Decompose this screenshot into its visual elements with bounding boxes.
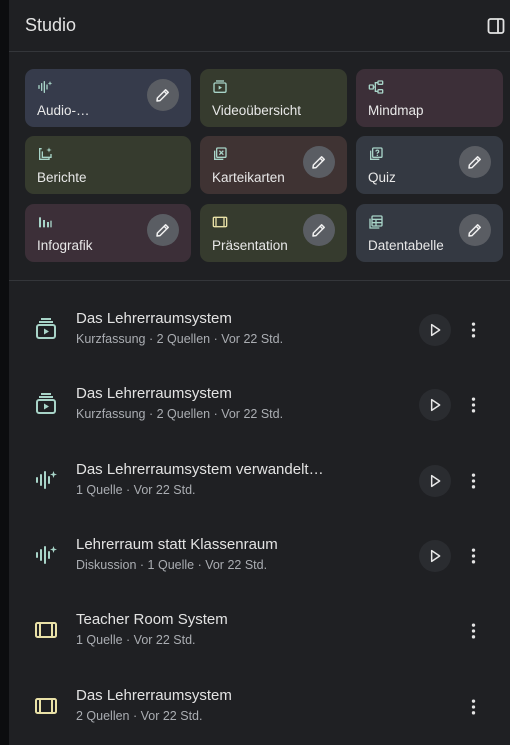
- table-icon: [368, 214, 384, 230]
- list-item[interactable]: Das Lehrerraumsystem Kurzfassung · 2 Quel…: [9, 290, 510, 360]
- list-item[interactable]: Das Lehrerraumsystem verwandelt… 1 Quelle…: [9, 441, 510, 511]
- play-button[interactable]: [419, 389, 451, 421]
- play-icon: [427, 548, 443, 564]
- studio-header: Studio: [9, 0, 510, 52]
- studio-panel: Studio Audio-… Videoübersicht Mindmap Beric…: [9, 0, 510, 745]
- infographic-icon: [37, 214, 53, 230]
- play-icon: [427, 322, 443, 338]
- flashcards-icon: [212, 146, 228, 162]
- tile-präsentation[interactable]: Präsentation: [200, 204, 347, 262]
- play-icon: [427, 473, 443, 489]
- pencil-icon: [466, 221, 484, 239]
- report-icon: [37, 146, 53, 162]
- tile-label: Mindmap: [368, 103, 424, 118]
- slides-icon: [212, 214, 228, 230]
- item-meta: 1 Quelle · Vor 22 Std.: [76, 633, 196, 647]
- edit-button[interactable]: [147, 214, 179, 246]
- tile-audio[interactable]: Audio-…: [25, 69, 191, 127]
- item-title: Lehrerraum statt Klassenraum: [76, 536, 278, 553]
- tile-label: Präsentation: [212, 238, 288, 253]
- pencil-icon: [154, 86, 172, 104]
- list-item[interactable]: Lehrerraum statt Klassenraum Diskussion ·…: [9, 516, 510, 586]
- item-title: Das Lehrerraumsystem: [76, 385, 232, 402]
- play-button[interactable]: [419, 540, 451, 572]
- slides-icon: [34, 618, 58, 642]
- edit-button[interactable]: [459, 146, 491, 178]
- audio-wave-icon: [37, 79, 53, 95]
- more-options-icon[interactable]: [464, 695, 482, 719]
- more-options-icon[interactable]: [464, 619, 482, 643]
- tile-label: Datentabelle: [368, 238, 444, 253]
- list-item[interactable]: Teacher Room System 1 Quelle · Vor 22 Std…: [9, 591, 510, 661]
- play-icon: [427, 397, 443, 413]
- list-item[interactable]: Das Lehrerraumsystem 2 Quellen · Vor 22 S…: [9, 667, 510, 737]
- quiz-icon: [368, 146, 384, 162]
- tile-karteikarten[interactable]: Karteikarten: [200, 136, 347, 194]
- more-options-icon[interactable]: [464, 469, 482, 493]
- play-button[interactable]: [419, 465, 451, 497]
- item-meta: 1 Quelle · Vor 22 Std.: [76, 483, 196, 497]
- slides-icon: [34, 694, 58, 718]
- video-overview-icon: [34, 392, 58, 416]
- item-meta: Kurzfassung · 2 Quellen · Vor 22 Std.: [76, 332, 284, 346]
- tile-label: Karteikarten: [212, 170, 285, 185]
- more-options-icon[interactable]: [464, 544, 482, 568]
- tile-label: Audio-…: [37, 103, 90, 118]
- list-item[interactable]: Das Lehrerraumsystem Kurzfassung · 2 Quel…: [9, 365, 510, 435]
- tile-datentabelle[interactable]: Datentabelle: [356, 204, 503, 262]
- pencil-icon: [466, 153, 484, 171]
- item-title: Das Lehrerraumsystem: [76, 310, 232, 327]
- tile-videoübersicht[interactable]: Videoübersicht: [200, 69, 347, 127]
- item-title: Teacher Room System: [76, 611, 228, 628]
- play-button[interactable]: [419, 314, 451, 346]
- item-meta: 2 Quellen · Vor 22 Std.: [76, 709, 203, 723]
- edit-button[interactable]: [147, 79, 179, 111]
- more-options-icon[interactable]: [464, 393, 482, 417]
- edit-button[interactable]: [303, 214, 335, 246]
- audio-wave-icon: [34, 468, 58, 492]
- item-title: Das Lehrerraumsystem: [76, 687, 232, 704]
- item-meta: Diskussion · 1 Quelle · Vor 22 Std.: [76, 558, 268, 572]
- tile-label: Quiz: [368, 170, 396, 185]
- studio-tiles: Audio-… Videoübersicht Mindmap Berichte Kart…: [25, 69, 503, 263]
- pencil-icon: [154, 221, 172, 239]
- tile-quiz[interactable]: Quiz: [356, 136, 503, 194]
- tile-label: Berichte: [37, 170, 87, 185]
- tile-berichte[interactable]: Berichte: [25, 136, 191, 194]
- tile-label: Infografik: [37, 238, 93, 253]
- edit-button[interactable]: [459, 214, 491, 246]
- divider: [9, 280, 510, 281]
- collapse-panel-icon[interactable]: [487, 17, 505, 35]
- item-meta: Kurzfassung · 2 Quellen · Vor 22 Std.: [76, 407, 284, 421]
- video-icon: [212, 79, 228, 95]
- item-title: Das Lehrerraumsystem verwandelt…: [76, 461, 324, 478]
- pencil-icon: [310, 221, 328, 239]
- tile-mindmap[interactable]: Mindmap: [356, 69, 503, 127]
- panel-title: Studio: [25, 15, 77, 35]
- audio-wave-icon: [34, 543, 58, 567]
- tile-infografik[interactable]: Infografik: [25, 204, 191, 262]
- mindmap-icon: [368, 79, 384, 95]
- more-options-icon[interactable]: [464, 318, 482, 342]
- tile-label: Videoübersicht: [212, 103, 302, 118]
- pencil-icon: [310, 153, 328, 171]
- video-overview-icon: [34, 317, 58, 341]
- edit-button[interactable]: [303, 146, 335, 178]
